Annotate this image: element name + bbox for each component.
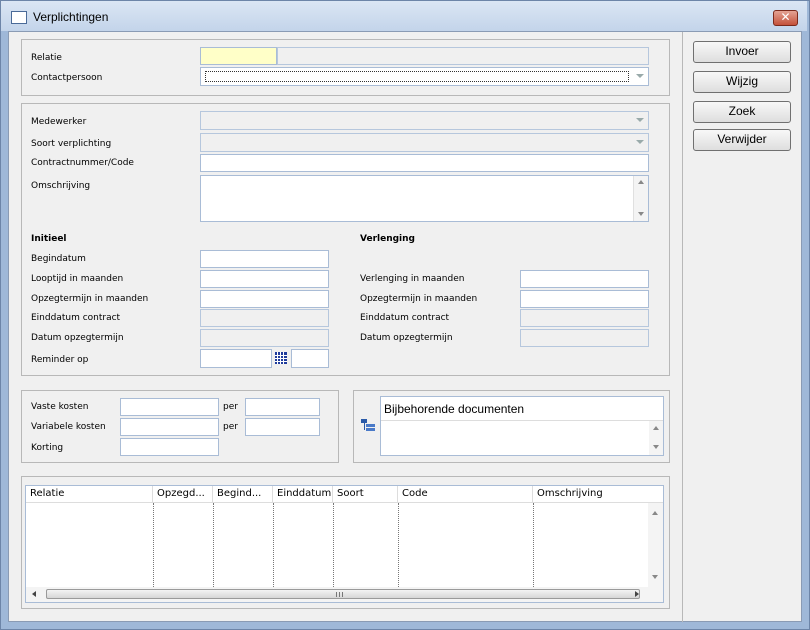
contract-label: Contractnummer/Code: [31, 158, 134, 168]
grip-icon: [336, 592, 343, 597]
variabele-kosten-per-input[interactable]: [245, 418, 320, 436]
korting-input[interactable]: [120, 438, 219, 456]
column-divider: [398, 503, 399, 587]
contactpersoon-dropdown[interactable]: [200, 67, 649, 86]
vaste-kosten-per-input[interactable]: [245, 398, 320, 416]
begindatum-label: Begindatum: [31, 254, 86, 264]
tree-line: [364, 423, 365, 430]
korting-label: Korting: [31, 443, 64, 453]
relatie-code-field[interactable]: [200, 47, 277, 65]
col-header-opzegdatum[interactable]: Opzegd...: [153, 486, 213, 502]
einddatum-field: [200, 309, 329, 327]
vaste-kosten-input[interactable]: [120, 398, 219, 416]
invoer-button[interactable]: Invoer: [693, 41, 791, 63]
tree-node: [366, 424, 375, 427]
scrollbar[interactable]: [649, 421, 663, 455]
scroll-up-icon[interactable]: [652, 511, 658, 515]
datum-opzeg-label: Datum opzegtermijn: [31, 333, 124, 343]
chevron-down-icon: [636, 74, 644, 78]
omschrijving-label: Omschrijving: [31, 181, 91, 191]
scroll-down-icon[interactable]: [652, 575, 658, 579]
grid-horizontal-scrollbar[interactable]: [26, 587, 663, 602]
initieel-heading: Initieel: [31, 234, 67, 244]
overview-grid[interactable]: Relatie Opzegd... Begind... Einddatum So…: [25, 485, 664, 603]
reminder-label: Reminder op: [31, 355, 89, 365]
variabele-kosten-label: Variabele kosten: [31, 422, 106, 432]
scroll-down-icon[interactable]: [653, 445, 659, 449]
soort-dropdown[interactable]: [200, 133, 649, 152]
begindatum-input[interactable]: [200, 250, 329, 268]
documents-list[interactable]: Bijbehorende documenten: [380, 396, 664, 456]
window-title: Verplichtingen: [33, 10, 109, 24]
col-header-omschrijving[interactable]: Omschrijving: [533, 486, 663, 502]
verlenging-input[interactable]: [520, 270, 649, 288]
wijzig-button[interactable]: Wijzig: [693, 71, 791, 93]
datum-opzeg-field: [200, 329, 329, 347]
contract-input[interactable]: [200, 154, 649, 172]
per-label: per: [223, 402, 238, 412]
vaste-kosten-label: Vaste kosten: [31, 402, 89, 412]
column-divider: [273, 503, 274, 587]
panel-divider: [682, 32, 683, 622]
verlenging-einddatum-label: Einddatum contract: [360, 313, 450, 323]
verwijder-button[interactable]: Verwijder: [693, 129, 791, 151]
scroll-down-icon[interactable]: [638, 212, 644, 216]
col-header-einddatum[interactable]: Einddatum: [273, 486, 333, 502]
medewerker-label: Medewerker: [31, 117, 87, 127]
medewerker-dropdown[interactable]: [200, 111, 649, 130]
looptijd-input[interactable]: [200, 270, 329, 288]
verlenging-einddatum-field: [520, 309, 649, 327]
per-label: per: [223, 422, 238, 432]
documents-tree-icon[interactable]: [361, 419, 375, 431]
col-header-soort[interactable]: Soort: [333, 486, 398, 502]
scrollbar[interactable]: [633, 176, 648, 221]
omschrijving-textarea[interactable]: [200, 175, 649, 222]
relatie-label: Relatie: [31, 53, 62, 63]
scroll-thumb[interactable]: [46, 589, 640, 599]
col-header-relatie[interactable]: Relatie: [26, 486, 153, 502]
window-icon: [11, 11, 27, 24]
looptijd-label: Looptijd in maanden: [31, 274, 124, 284]
scroll-right-icon[interactable]: [635, 591, 639, 597]
reminder-date-input[interactable]: [200, 349, 272, 368]
column-divider: [153, 503, 154, 587]
verlenging-datum-opzeg-field: [520, 329, 649, 347]
column-divider: [533, 503, 534, 587]
column-divider: [213, 503, 214, 587]
verlenging-opzeg-label: Opzegtermijn in maanden: [360, 294, 478, 304]
variabele-kosten-input[interactable]: [120, 418, 219, 436]
chevron-down-icon: [636, 118, 644, 122]
focus-rect: [205, 71, 629, 82]
scroll-up-icon[interactable]: [638, 180, 644, 184]
grid-header: Relatie Opzegd... Begind... Einddatum So…: [26, 486, 663, 503]
verlenging-opzeg-input[interactable]: [520, 290, 649, 308]
einddatum-label: Einddatum contract: [31, 313, 121, 323]
contactpersoon-label: Contactpersoon: [31, 73, 103, 83]
grid-vertical-scrollbar[interactable]: [648, 503, 663, 587]
tree-node: [366, 428, 375, 431]
scroll-up-icon[interactable]: [653, 426, 659, 430]
calendar-icon[interactable]: [275, 352, 287, 364]
verlenging-datum-opzeg-label: Datum opzegtermijn: [360, 333, 453, 343]
col-header-code[interactable]: Code: [398, 486, 533, 502]
documents-heading: Bijbehorende documenten: [381, 397, 663, 421]
col-header-begindatum[interactable]: Begind...: [213, 486, 273, 502]
relatie-name-field: [277, 47, 649, 65]
opzeg-label: Opzegtermijn in maanden: [31, 294, 149, 304]
verlenging-label: Verlenging in maanden: [360, 274, 465, 284]
scroll-left-icon[interactable]: [32, 591, 36, 597]
zoek-button[interactable]: Zoek: [693, 101, 791, 123]
close-button[interactable]: ✕: [773, 10, 798, 26]
soort-label: Soort verplichting: [31, 139, 112, 149]
reminder-time-input[interactable]: [291, 349, 329, 368]
chevron-down-icon: [636, 140, 644, 144]
title-bar[interactable]: Verplichtingen ✕: [1, 1, 807, 31]
column-divider: [333, 503, 334, 587]
verlenging-heading: Verlenging: [360, 234, 415, 244]
opzeg-input[interactable]: [200, 290, 329, 308]
